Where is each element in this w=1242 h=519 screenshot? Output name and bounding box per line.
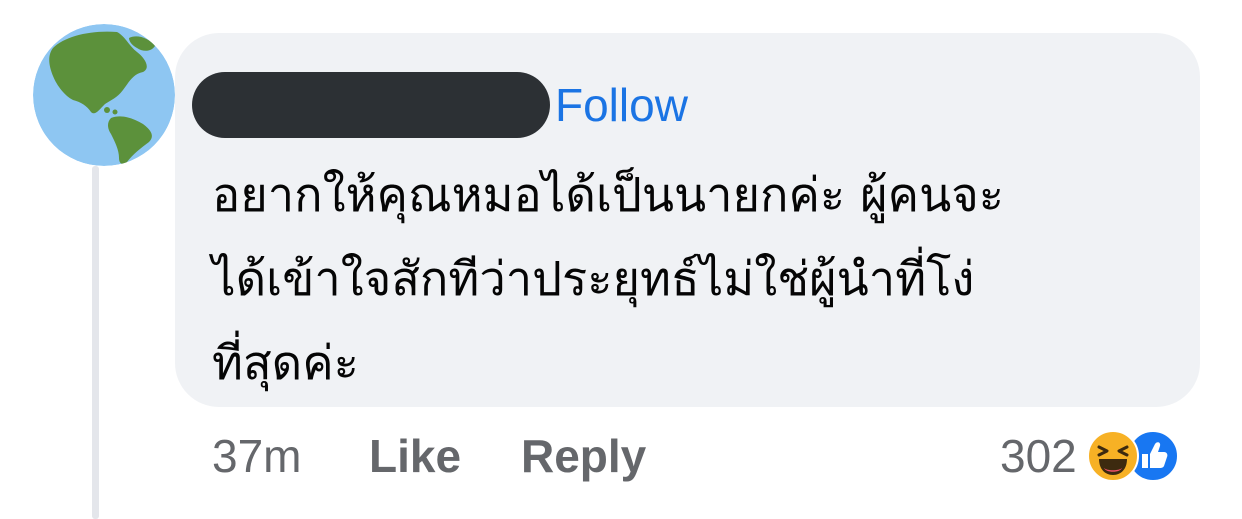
globe-americas-icon xyxy=(33,24,175,166)
reactions-summary[interactable]: 302 xyxy=(1000,425,1187,487)
haha-icon xyxy=(1086,430,1139,482)
reply-button[interactable]: Reply xyxy=(521,425,646,487)
comment-timestamp[interactable]: 37m xyxy=(212,425,301,487)
thread-connector-line xyxy=(92,166,99,519)
like-button[interactable]: Like xyxy=(369,425,461,487)
avatar[interactable] xyxy=(33,24,175,166)
author-name-redacted[interactable] xyxy=(192,72,550,138)
reaction-icons xyxy=(1086,430,1187,482)
reaction-count: 302 xyxy=(1000,430,1077,482)
comment-thread: Follow อยากให้คุณหมอได้เป็นนายกค่ะ ผู้คน… xyxy=(0,0,1242,519)
follow-link[interactable]: Follow xyxy=(555,78,688,132)
comment-body: อยากให้คุณหมอได้เป็นนายกค่ะ ผู้คนจะ ได้เ… xyxy=(212,168,1005,391)
